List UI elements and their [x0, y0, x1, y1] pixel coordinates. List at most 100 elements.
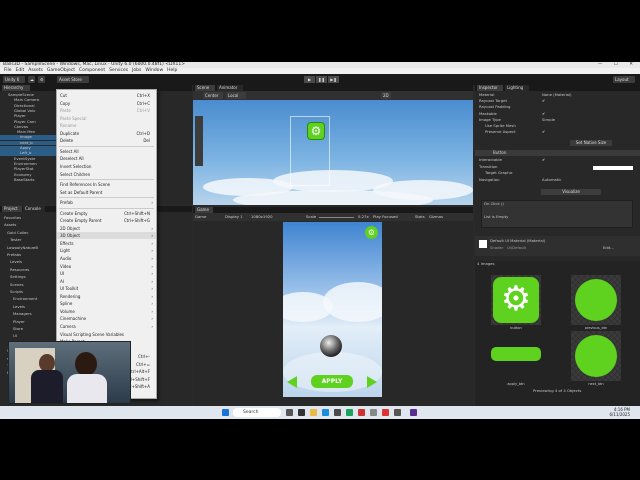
context-menu-item[interactable]: Paste Special: [57, 115, 156, 122]
project-folder[interactable]: Scenes: [10, 282, 24, 288]
menu-item-help[interactable]: Help: [167, 68, 177, 73]
context-menu-item[interactable]: Invert Selection: [57, 163, 156, 170]
project-folder[interactable]: Gold Collec: [7, 230, 28, 236]
context-menu-item[interactable]: Prefab ›: [57, 199, 156, 206]
project-folder[interactable]: LowpolyNatureB: [7, 245, 38, 251]
context-menu-item[interactable]: Create Empty Ctrl+Shift+N: [57, 210, 156, 217]
menu-item-jobs[interactable]: Jobs: [132, 68, 141, 73]
tab-inspector[interactable]: Inspector: [477, 85, 503, 91]
app-icon[interactable]: [370, 409, 377, 416]
settings-icon[interactable]: ⚙: [38, 76, 45, 83]
pivot-mode-dropdown[interactable]: Center: [203, 92, 223, 99]
app-icon[interactable]: [358, 409, 365, 416]
project-folder[interactable]: Levels: [10, 260, 22, 265]
asset-store-button[interactable]: Asset Store: [57, 76, 89, 83]
previous-arrow-icon[interactable]: [287, 376, 297, 388]
project-folder[interactable]: Prefabs: [7, 252, 21, 258]
account-button[interactable]: Unity 6: [3, 76, 25, 83]
edge-icon[interactable]: [322, 409, 329, 416]
game-mode-dropdown[interactable]: Game: [195, 213, 206, 221]
context-menu-item[interactable]: Paste Ctrl+V: [57, 107, 156, 114]
menu-item-services[interactable]: Services: [109, 68, 128, 73]
stats-button[interactable]: Stats: [415, 213, 425, 221]
cloud-icon[interactable]: ☁: [28, 76, 35, 83]
project-folder[interactable]: Player: [13, 319, 25, 325]
set-native-size-button[interactable]: Set Native Size: [570, 140, 612, 146]
shader-value[interactable]: UI/Default: [507, 245, 526, 251]
hierarchy-item[interactable]: Player: [14, 114, 54, 119]
context-menu-item[interactable]: Rename: [57, 122, 156, 129]
context-menu-item[interactable]: Visual Scripting Scene Variables: [57, 331, 156, 338]
context-menu-item[interactable]: Cinemachine ›: [57, 315, 156, 322]
tab-console[interactable]: Console: [23, 206, 45, 212]
step-button[interactable]: ▶❚: [328, 76, 339, 83]
menu-item-gameobject[interactable]: GameObject: [47, 68, 75, 73]
chrome-icon[interactable]: [346, 409, 353, 416]
settings-button-sprite[interactable]: ⚙: [307, 122, 325, 140]
context-menu-item[interactable]: Create Empty Parent Ctrl+Shift+G: [57, 217, 156, 224]
game-viewport[interactable]: ⚙ APPLY: [283, 222, 382, 397]
context-menu-item[interactable]: Delete Del: [57, 137, 156, 144]
inspector-field-value[interactable]: ✔: [542, 130, 545, 135]
inspector-field-value[interactable]: Simple: [542, 117, 555, 123]
target-graphic-bar[interactable]: [593, 166, 633, 170]
context-menu-item[interactable]: UI ›: [57, 270, 156, 277]
context-menu-item[interactable]: Spline ›: [57, 300, 156, 307]
hierarchy-item[interactable]: PlayerStat: [14, 167, 54, 172]
project-folder[interactable]: Resources: [10, 267, 29, 273]
unity-app-icon[interactable]: [298, 409, 305, 416]
context-menu-item[interactable]: Rendering ›: [57, 293, 156, 300]
project-folder[interactable]: Favorites: [4, 215, 21, 221]
edit-shader-button[interactable]: Edit...: [603, 245, 614, 251]
app-icon[interactable]: [394, 409, 401, 416]
scene-viewport[interactable]: ⚙: [193, 100, 473, 205]
project-folder[interactable]: Levels: [13, 304, 25, 310]
settings-button-game[interactable]: ⚙: [365, 226, 378, 239]
project-folder[interactable]: Environment: [13, 297, 37, 302]
display-dropdown[interactable]: Display 1: [225, 213, 243, 221]
search-box[interactable]: Search: [233, 408, 281, 417]
gizmos-button[interactable]: Gizmos: [429, 213, 443, 221]
context-menu-item[interactable]: Cut Ctrl+X: [57, 92, 156, 99]
visual-studio-icon[interactable]: [410, 409, 417, 416]
context-menu-item[interactable]: 2D Object ›: [57, 225, 156, 232]
scale-slider[interactable]: [319, 216, 354, 218]
menu-item-component[interactable]: Component: [79, 68, 105, 73]
resolution-dropdown[interactable]: 1080x1920: [251, 213, 273, 221]
project-folder[interactable]: Tester: [10, 238, 21, 243]
play-button[interactable]: ▶: [304, 76, 315, 83]
clock[interactable]: 4:16 PM 6/11/2025: [606, 407, 630, 417]
context-menu-item[interactable]: Select Children: [57, 171, 156, 178]
start-icon[interactable]: [222, 409, 229, 416]
context-menu-item[interactable]: Effects ›: [57, 240, 156, 247]
context-menu-item[interactable]: UI Toolkit ›: [57, 285, 156, 292]
button-component-header[interactable]: Button: [475, 150, 640, 156]
context-menu-item[interactable]: AI ›: [57, 278, 156, 285]
space-dropdown[interactable]: Local: [226, 92, 246, 99]
asset-previous-thumb[interactable]: [571, 275, 621, 325]
context-menu-item[interactable]: Find References In Scene: [57, 181, 156, 188]
pause-button[interactable]: ❚❚: [316, 76, 327, 83]
file-explorer-icon[interactable]: [310, 409, 317, 416]
apply-button[interactable]: APPLY: [311, 375, 353, 388]
next-arrow-icon[interactable]: [367, 376, 377, 388]
asset-next-thumb[interactable]: [571, 331, 621, 381]
tab-hierarchy[interactable]: Hierarchy: [2, 85, 30, 91]
hierarchy-item[interactable]: BaseStarts: [14, 177, 54, 183]
button-field-value[interactable]: Automatic: [542, 177, 561, 183]
layout-dropdown[interactable]: Layout: [613, 76, 635, 83]
menu-item-window[interactable]: Window: [145, 68, 163, 73]
context-menu-item[interactable]: Video ›: [57, 263, 156, 270]
asset-button-thumb[interactable]: ⚙: [491, 275, 541, 325]
tab-project[interactable]: Project: [2, 206, 22, 212]
inspector-field-value[interactable]: ✔: [542, 111, 545, 117]
app-icon[interactable]: [334, 409, 341, 416]
visualize-button[interactable]: Visualize: [541, 189, 601, 195]
2d-toggle[interactable]: 2D: [381, 92, 391, 99]
context-menu-item[interactable]: Duplicate Ctrl+D: [57, 130, 156, 137]
scene-tools-strip[interactable]: [195, 116, 203, 166]
context-menu-item[interactable]: Deselect All: [57, 155, 156, 162]
context-menu-item[interactable]: 3D Object ›: [57, 232, 156, 240]
inspector-field-value[interactable]: ✔: [542, 99, 545, 104]
button-field-value[interactable]: ✔: [542, 157, 545, 163]
